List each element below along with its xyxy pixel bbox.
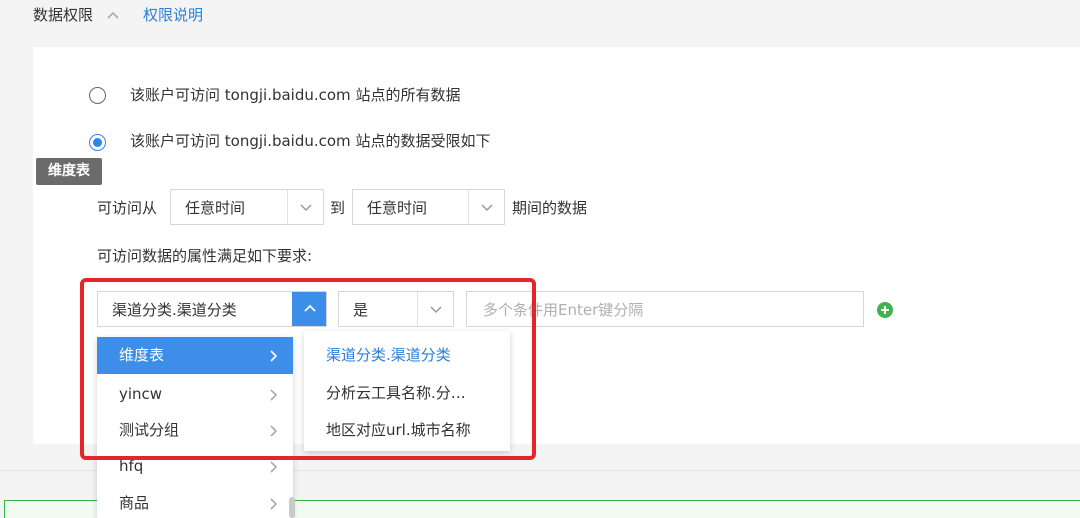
dropdown-scrollbar[interactable]	[289, 497, 295, 518]
radio-limited-data[interactable]	[89, 134, 106, 151]
time-from-value: 任意时间	[185, 199, 246, 217]
menu-item-product[interactable]: 商品	[97, 485, 293, 518]
dimension-table-tooltip: 维度表	[36, 158, 102, 185]
time-from-select[interactable]: 任意时间	[170, 189, 324, 225]
time-range-suffix: 期间的数据	[512, 199, 588, 217]
time-to-select[interactable]: 任意时间	[352, 189, 505, 225]
section-title: 数据权限	[33, 6, 94, 24]
chevron-right-icon	[270, 461, 277, 473]
radio-all-data-label: 该账户可访问 tongji.baidu.com 站点的所有数据	[130, 86, 461, 104]
chevron-right-icon	[270, 498, 277, 510]
radio-all-data[interactable]	[89, 87, 106, 104]
chevron-up-icon[interactable]	[106, 10, 120, 20]
menu-item-label: 商品	[119, 494, 150, 512]
permission-help-link[interactable]: 权限说明	[143, 5, 203, 25]
conditions-title: 可访问数据的属性满足如下要求:	[97, 247, 313, 265]
chevron-down-icon	[287, 190, 323, 224]
radio-limited-data-label: 该账户可访问 tongji.baidu.com 站点的数据受限如下	[130, 132, 491, 150]
highlight-frame	[80, 278, 536, 460]
chevron-down-icon	[468, 190, 504, 224]
time-to-value: 任意时间	[367, 199, 428, 217]
add-condition-icon[interactable]	[877, 302, 893, 318]
time-range-prefix: 可访问从	[97, 199, 158, 217]
time-range-to-label: 到	[330, 199, 346, 217]
